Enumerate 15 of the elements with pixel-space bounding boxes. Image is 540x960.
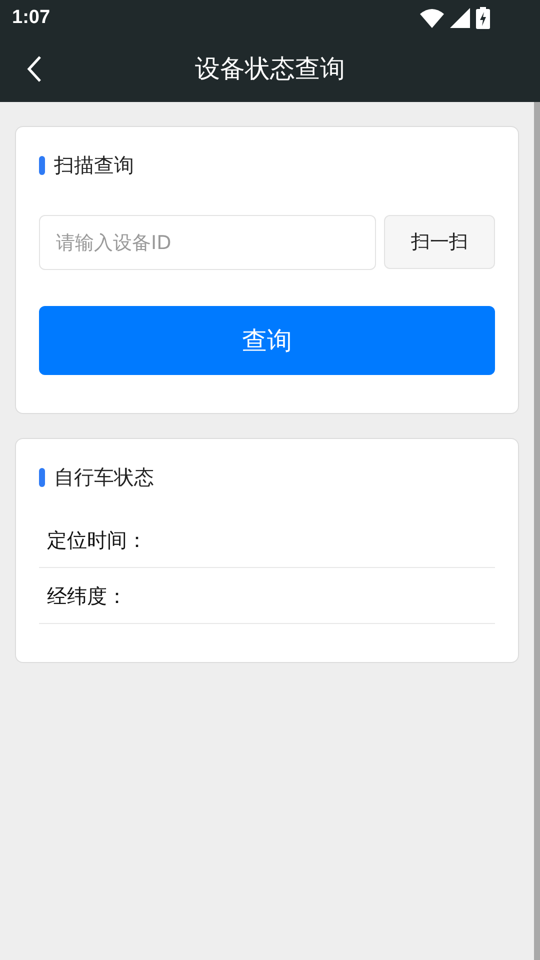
field-label: 定位时间： bbox=[47, 526, 147, 554]
section-title: 自行车状态 bbox=[54, 464, 154, 491]
status-time: 1:07 bbox=[12, 6, 50, 30]
accent-bar bbox=[39, 156, 45, 174]
device-id-field[interactable]: 请输入设备ID bbox=[39, 215, 376, 270]
back-icon bbox=[25, 55, 43, 83]
scan-button[interactable]: 扫一扫 bbox=[384, 215, 495, 269]
page-title: 设备状态查询 bbox=[195, 53, 345, 86]
signal-icon bbox=[450, 8, 470, 28]
battery-icon bbox=[476, 7, 490, 29]
query-button[interactable]: 查询 bbox=[39, 306, 495, 375]
wifi-icon bbox=[420, 8, 444, 28]
section-title: 扫描查询 bbox=[54, 152, 134, 179]
field-label: 经纬度： bbox=[47, 582, 127, 610]
accent-bar bbox=[39, 468, 45, 486]
